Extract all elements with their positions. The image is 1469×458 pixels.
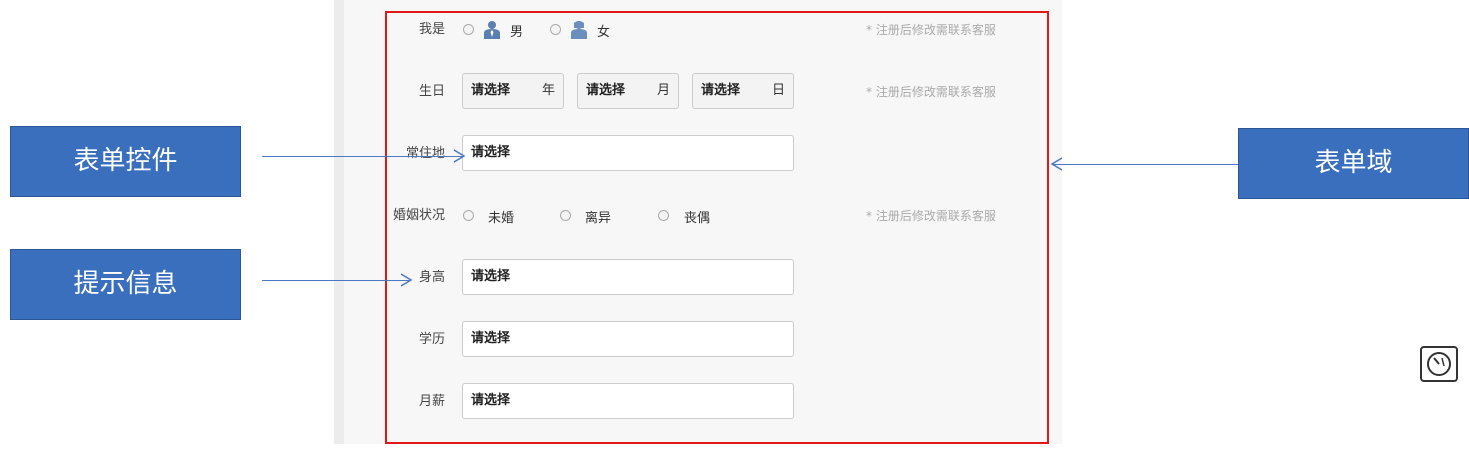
arrow-head-prompt-info	[400, 273, 413, 287]
residence-label: 常住地	[405, 146, 445, 161]
callout-form-field: 表单域	[1238, 128, 1469, 199]
arrow-head-form-field	[1050, 157, 1063, 171]
marital-radio-single[interactable]	[463, 210, 474, 221]
education-value: 请选择	[471, 331, 511, 346]
female-icon	[571, 21, 587, 39]
birthday-label: 生日	[418, 84, 445, 99]
birthday-year-unit: 年	[541, 83, 555, 98]
height-select[interactable]: 请选择	[462, 259, 794, 295]
education-select[interactable]: 请选择	[462, 321, 794, 357]
gauge-icon	[1427, 352, 1451, 376]
speed-badge-icon[interactable]	[1420, 346, 1458, 382]
male-icon	[484, 21, 500, 39]
arrow-form-control	[262, 156, 462, 157]
marital-radio-widowed[interactable]	[658, 210, 669, 221]
height-label: 身高	[418, 270, 445, 285]
arrow-prompt-info	[262, 280, 409, 281]
gender-label: 我是	[418, 22, 445, 37]
arrow-head-form-control	[453, 149, 466, 163]
residence-select[interactable]: 请选择	[462, 135, 794, 171]
birthday-day-value: 请选择	[701, 83, 741, 98]
birthday-month-unit: 月	[656, 83, 670, 98]
gender-radio-female[interactable]	[550, 24, 561, 35]
birthday-month-value: 请选择	[586, 83, 626, 98]
marital-label: 婚姻状况	[392, 208, 445, 223]
marital-divorced-label: 离异	[585, 211, 612, 226]
birthday-year-select[interactable]: 请选择 年	[462, 73, 564, 109]
salary-value: 请选择	[471, 393, 511, 408]
marital-single-label: 未婚	[488, 211, 515, 226]
birthday-year-value: 请选择	[471, 83, 511, 98]
callout-form-control: 表单控件	[10, 126, 241, 197]
gender-radio-male[interactable]	[463, 24, 474, 35]
education-label: 学历	[418, 332, 445, 347]
marital-widowed-label: 丧偶	[684, 211, 711, 226]
birthday-month-select[interactable]: 请选择 月	[577, 73, 679, 109]
gender-hint: * 注册后修改需联系客服	[866, 23, 996, 37]
birthday-hint: * 注册后修改需联系客服	[866, 85, 996, 99]
marital-hint: * 注册后修改需联系客服	[866, 209, 996, 223]
height-value: 请选择	[471, 269, 511, 284]
gender-male-label: 男	[510, 25, 524, 40]
marital-radio-divorced[interactable]	[560, 210, 571, 221]
gender-female-label: 女	[597, 25, 611, 40]
birthday-day-unit: 日	[771, 83, 785, 98]
arrow-form-field	[1053, 164, 1238, 165]
salary-select[interactable]: 请选择	[462, 383, 794, 419]
salary-label: 月薪	[418, 394, 445, 409]
residence-value: 请选择	[471, 145, 511, 160]
callout-prompt-info: 提示信息	[10, 249, 241, 320]
birthday-day-select[interactable]: 请选择 日	[692, 73, 794, 109]
